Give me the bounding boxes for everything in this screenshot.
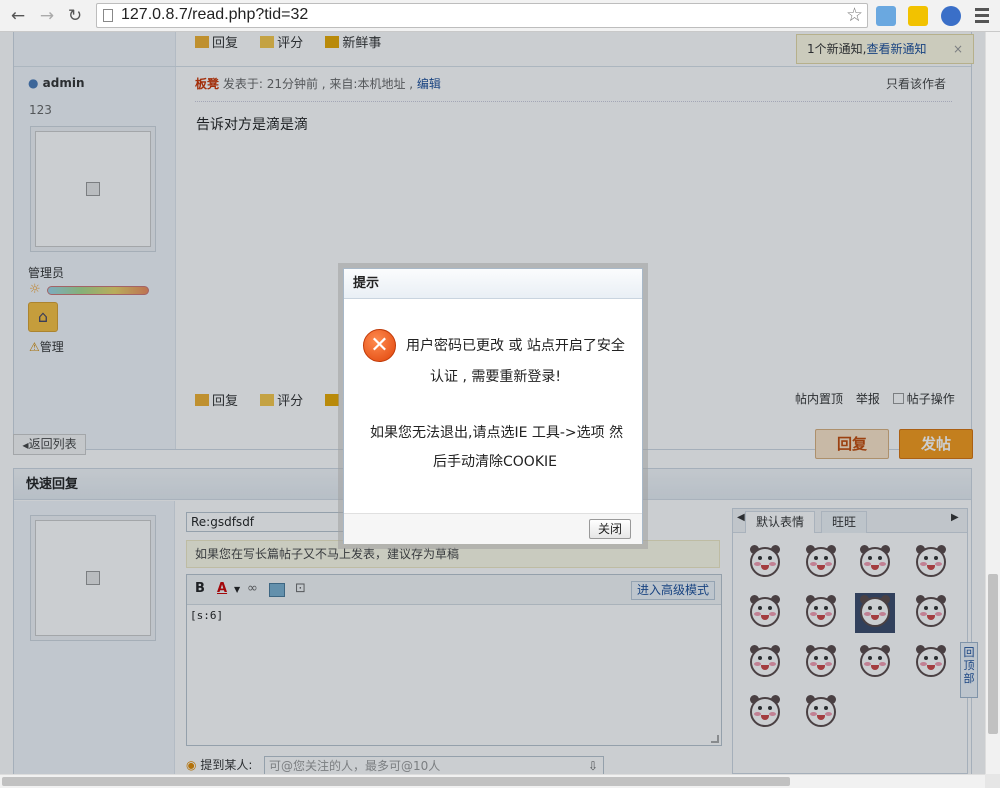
address-bar[interactable]: 127.0.8.7/read.php?tid=32 ☆ [96, 3, 868, 28]
dialog-message-line3: 如果您无法退出,请点选IE 工具->选项 然 [370, 425, 624, 441]
globe-extension-icon[interactable] [941, 6, 961, 26]
alert-dialog: 提示 ✕ 用户密码已更改 或 站点开启了安全 认证 , 需要重新登录! 如果您无… [343, 268, 643, 544]
bookmark-star-icon[interactable]: ☆ [846, 4, 863, 26]
camera-extension-icon[interactable] [876, 6, 896, 26]
page-icon [103, 9, 113, 22]
horizontal-scrollbar[interactable] [0, 774, 985, 788]
browser-toolbar: ← → ↻ 127.0.8.7/read.php?tid=32 ☆ [0, 0, 1000, 32]
vertical-scrollbar[interactable] [985, 32, 1000, 774]
back-arrow-icon[interactable]: ← [8, 6, 28, 26]
dialog-title: 提示 [344, 269, 642, 299]
error-icon: ✕ [363, 329, 396, 362]
dialog-message-line1: 用户密码已更改 或 站点开启了安全 [406, 338, 625, 354]
animal-extension-icon[interactable] [908, 6, 928, 26]
reload-icon[interactable]: ↻ [65, 6, 85, 26]
url-text[interactable]: 127.0.8.7/read.php?tid=32 [121, 6, 308, 24]
horizontal-scroll-thumb[interactable] [2, 777, 790, 786]
vertical-scroll-thumb[interactable] [988, 574, 998, 734]
forward-arrow-icon[interactable]: → [37, 6, 57, 26]
close-button[interactable]: 关闭 [589, 519, 631, 539]
dialog-message-line4: 后手动清除COOKIE [433, 454, 557, 470]
scrollbar-corner [985, 774, 1000, 788]
dialog-message-line2: 认证 , 需要重新登录! [430, 369, 561, 385]
menu-icon[interactable] [975, 8, 989, 26]
